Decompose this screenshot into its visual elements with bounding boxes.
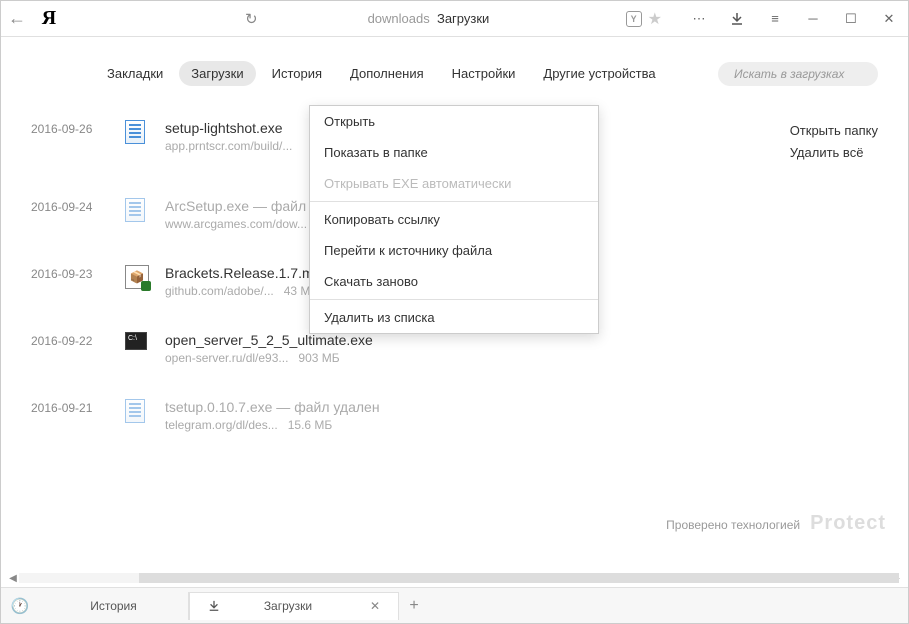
scroll-thumb[interactable]: [139, 573, 899, 583]
maximize-icon[interactable]: ☐: [832, 1, 870, 37]
tab-devices[interactable]: Другие устройства: [531, 61, 667, 86]
new-tab-button[interactable]: +: [399, 597, 429, 615]
yandex-logo[interactable]: Я: [33, 7, 65, 30]
delete-all-link[interactable]: Удалить всё: [790, 142, 878, 164]
ctx-auto-open: Открывать EXE автоматически: [310, 168, 598, 199]
download-source: telegram.org/dl/des...15.6 МБ: [165, 418, 878, 432]
download-source: open-server.ru/dl/e93...903 МБ: [165, 351, 878, 365]
ctx-goto-source[interactable]: Перейти к источнику файла: [310, 235, 598, 266]
ctx-remove[interactable]: Удалить из списка: [310, 302, 598, 333]
download-date: 2016-09-22: [31, 332, 125, 348]
download-filename[interactable]: open_server_5_2_5_ultimate.exe: [165, 332, 878, 348]
security-icon[interactable]: Y: [626, 11, 642, 27]
ctx-show-in-folder[interactable]: Показать в папке: [310, 137, 598, 168]
clock-icon[interactable]: 🕐: [1, 597, 39, 615]
more-icon[interactable]: ⋯: [680, 1, 718, 37]
file-icon: [125, 120, 165, 144]
menu-icon[interactable]: ≡: [756, 1, 794, 37]
ctx-copy-link[interactable]: Копировать ссылку: [310, 204, 598, 235]
tab-bookmarks[interactable]: Закладки: [95, 61, 175, 86]
download-date: 2016-09-24: [31, 198, 125, 214]
tab-close-icon[interactable]: ✕: [370, 599, 380, 613]
file-icon: [125, 198, 165, 222]
file-icon: [125, 399, 165, 423]
protect-brand: Protect: [810, 512, 886, 535]
nav-tabs: Закладки Загрузки История Дополнения Нас…: [1, 37, 908, 110]
scroll-track[interactable]: [19, 573, 890, 583]
downloads-icon[interactable]: [718, 1, 756, 37]
tab-addons[interactable]: Дополнения: [338, 61, 436, 86]
reload-icon[interactable]: ↻: [245, 10, 258, 28]
download-date: 2016-09-26: [31, 120, 125, 136]
titlebar: ← Я ↻ downloads Загрузки Y ★ ⋯ ≡ ─ ☐ ✕: [1, 1, 908, 37]
address-bar[interactable]: ↻ downloads Загрузки Y ★: [245, 9, 666, 29]
download-date: 2016-09-23: [31, 265, 125, 281]
bottom-tab-history[interactable]: История: [39, 592, 189, 620]
scroll-left-icon[interactable]: ◀: [7, 573, 19, 584]
tab-downloads[interactable]: Загрузки: [179, 61, 255, 86]
download-date: 2016-09-21: [31, 399, 125, 415]
horizontal-scrollbar[interactable]: ◀ ▶: [7, 573, 902, 583]
separator: [310, 201, 598, 202]
close-icon[interactable]: ✕: [870, 1, 908, 37]
download-row[interactable]: 2016-09-21 tsetup.0.10.7.exe — файл удал…: [1, 389, 908, 456]
tab-settings[interactable]: Настройки: [440, 61, 528, 86]
msi-icon: [125, 265, 165, 289]
minimize-icon[interactable]: ─: [794, 1, 832, 37]
protect-footer: Проверено технологией Protect: [666, 512, 886, 535]
download-icon: [208, 600, 220, 612]
separator: [310, 299, 598, 300]
ctx-redownload[interactable]: Скачать заново: [310, 266, 598, 297]
download-filename[interactable]: tsetup.0.10.7.exe — файл удален: [165, 399, 878, 415]
bottom-tab-downloads[interactable]: Загрузки ✕: [189, 592, 399, 620]
cmd-icon: C:\: [125, 332, 165, 350]
tab-history[interactable]: История: [260, 61, 334, 86]
bookmark-star-icon[interactable]: ★: [648, 9, 662, 29]
open-folder-link[interactable]: Открыть папку: [790, 120, 878, 142]
ctx-open[interactable]: Открыть: [310, 106, 598, 137]
context-menu: Открыть Показать в папке Открывать EXE а…: [309, 105, 599, 334]
back-button[interactable]: ←: [1, 8, 33, 29]
bottom-bar: 🕐 История Загрузки ✕ +: [1, 587, 908, 623]
address-text: downloads Загрузки: [368, 11, 490, 26]
search-input[interactable]: Искать в загрузках: [718, 62, 878, 86]
